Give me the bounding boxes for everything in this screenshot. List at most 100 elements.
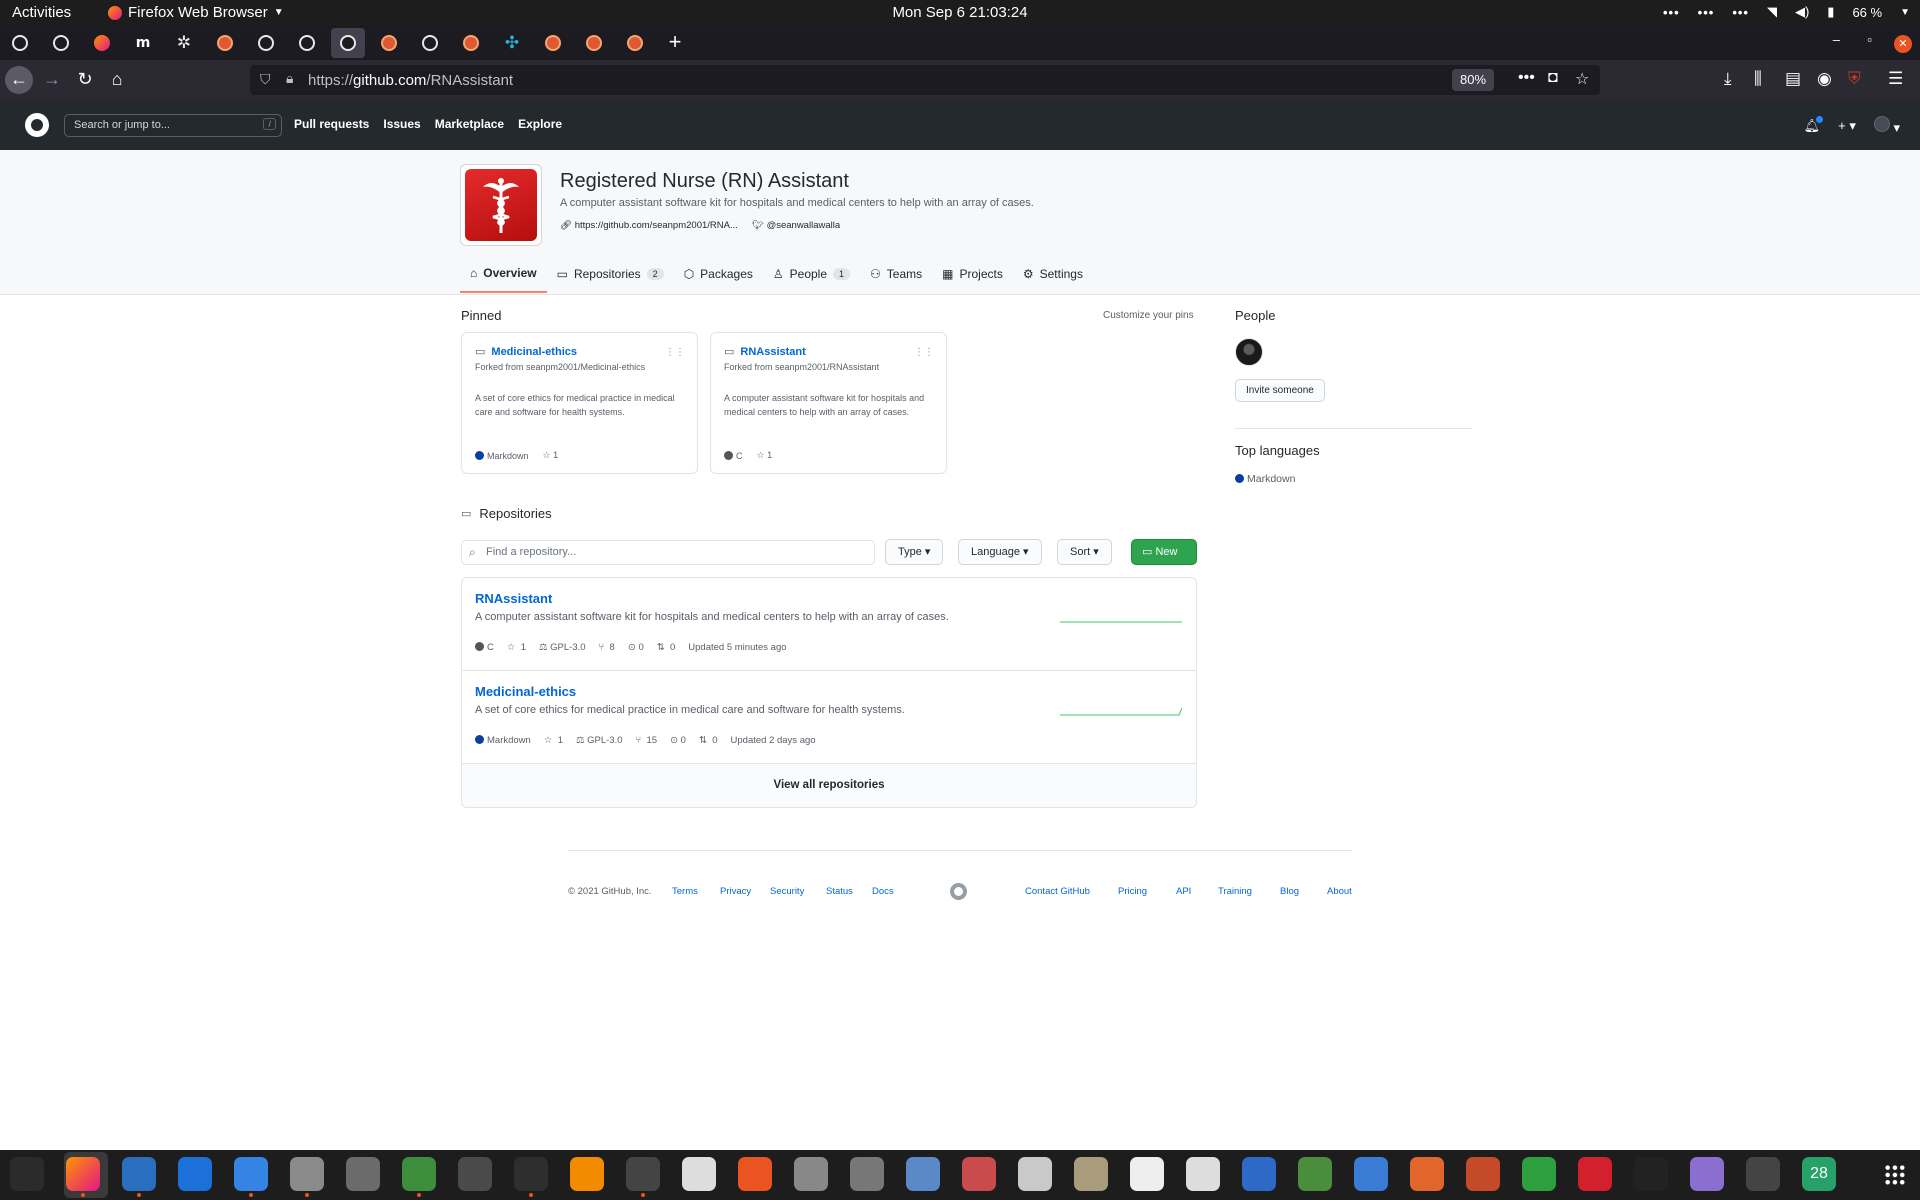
language-item[interactable]: Markdown <box>1235 473 1295 485</box>
back-button[interactable]: ← <box>5 66 33 94</box>
spreadsheet-icon[interactable] <box>1522 1157 1556 1191</box>
nav-marketplace[interactable]: Marketplace <box>435 117 504 131</box>
tab-people[interactable]: ♙ People 1 <box>763 260 860 293</box>
invite-someone-button[interactable]: Invite someone <box>1235 379 1325 402</box>
terminal-icon[interactable] <box>514 1157 548 1197</box>
bookmark-star-icon[interactable]: ☆ <box>1575 69 1589 89</box>
tab-projects[interactable]: ▦ Projects <box>932 260 1013 293</box>
files-icon[interactable] <box>290 1157 324 1197</box>
browser-tab[interactable] <box>536 28 570 58</box>
repo-issues[interactable]: ⊙ 0 <box>628 642 644 653</box>
notifications-bell-icon[interactable]: 🔔︎ <box>1804 116 1823 134</box>
system-monitor-chart-icon[interactable] <box>682 1157 716 1191</box>
new-tab-button[interactable]: + <box>660 28 690 58</box>
nav-explore[interactable]: Explore <box>518 117 562 131</box>
firefox-icon[interactable] <box>66 1157 100 1197</box>
browser-tab[interactable] <box>577 28 611 58</box>
app-store-icon[interactable] <box>738 1157 772 1191</box>
repo-stars[interactable]: ☆ 1 <box>507 642 526 653</box>
close-window-button[interactable]: ✕ <box>1894 35 1912 53</box>
music-icon[interactable] <box>1634 1157 1668 1191</box>
system-tray[interactable]: ••• ••• ••• ◥ ◀) ▮ 66 % ▼ <box>1663 4 1910 20</box>
bird-icon[interactable] <box>1746 1157 1780 1191</box>
browser-tab[interactable] <box>331 28 365 58</box>
repo-link[interactable]: RNAssistant <box>475 591 1183 606</box>
repo-forks[interactable]: ⑂ 8 <box>599 642 615 653</box>
pinned-repo-link[interactable]: RNAssistant <box>740 346 805 358</box>
footer-link-blog[interactable]: Blog <box>1280 886 1299 897</box>
game-icon[interactable] <box>1466 1157 1500 1191</box>
footer-link-security[interactable]: Security <box>770 886 804 897</box>
browser-tab[interactable]: m <box>126 28 160 58</box>
page-actions-icon[interactable]: ••• <box>1518 69 1535 87</box>
power-menu-chevron-icon[interactable]: ▼ <box>1900 7 1910 18</box>
font-viewer-icon[interactable] <box>1018 1157 1052 1191</box>
drag-handle-icon[interactable]: ⋮⋮ <box>665 347 685 358</box>
minimize-button[interactable]: – <box>1833 32 1840 47</box>
browser-tab[interactable]: ✣ <box>495 28 529 58</box>
github-logo-icon[interactable] <box>25 113 49 137</box>
account-icon[interactable]: ◉ <box>1817 69 1832 89</box>
url-bar[interactable]: ⛉ 🔒︎ https://github.com/RNAssistant 80% … <box>250 65 1600 95</box>
zoom-level-button[interactable]: 80% <box>1452 69 1495 91</box>
settings-icon[interactable] <box>346 1157 380 1191</box>
sidebar-icon[interactable]: ▤ <box>1785 69 1801 89</box>
reload-button[interactable]: ↻ <box>71 66 99 94</box>
software-updater-icon[interactable] <box>458 1157 492 1191</box>
repo-pull-requests[interactable]: ⇅ 0 <box>657 642 676 653</box>
type-filter-button[interactable]: Type ▾ <box>885 539 944 565</box>
language-filter-button[interactable]: Language ▾ <box>958 539 1042 565</box>
footer-link-privacy[interactable]: Privacy <box>720 886 751 897</box>
system-monitor-icon[interactable] <box>10 1157 44 1191</box>
alert-icon[interactable] <box>1578 1157 1612 1191</box>
remote-desktop-icon[interactable] <box>1354 1157 1388 1191</box>
fork-source[interactable]: Forked from seanpm2001/RNAssistant <box>724 362 933 372</box>
libreoffice-writer-icon[interactable] <box>122 1157 156 1197</box>
overflow-dots-icon[interactable]: ••• <box>1663 5 1680 20</box>
github-mark-icon[interactable] <box>950 883 967 900</box>
forward-button[interactable]: → <box>38 66 66 94</box>
browser-tab[interactable] <box>85 28 119 58</box>
battery-icon[interactable]: ▮ <box>1827 4 1834 20</box>
view-all-repositories-link[interactable]: View all repositories <box>462 764 1196 807</box>
footer-link-docs[interactable]: Docs <box>872 886 894 897</box>
repo-stars[interactable]: ☆ 1 <box>543 450 559 461</box>
document-viewer-icon[interactable] <box>906 1157 940 1191</box>
calculator-icon[interactable] <box>626 1157 660 1197</box>
browser-tab[interactable] <box>618 28 652 58</box>
help-icon[interactable] <box>178 1157 212 1191</box>
footer-link-training[interactable]: Training <box>1218 886 1252 897</box>
footer-link-about[interactable]: About <box>1327 886 1352 897</box>
org-website-link[interactable]: 🔗︎ https://github.com/seanpm2001/RNA... <box>560 220 738 231</box>
user-menu[interactable]: ▾ <box>1873 116 1900 136</box>
avatar[interactable] <box>1235 338 1263 366</box>
customize-pins-link[interactable]: Customize your pins <box>1103 310 1194 321</box>
browser-tab[interactable]: ✲ <box>167 28 201 58</box>
repo-link[interactable]: Medicinal-ethics <box>475 684 1183 699</box>
activities-button[interactable]: Activities <box>12 4 71 21</box>
nav-pull-requests[interactable]: Pull requests <box>294 117 369 131</box>
footer-link-api[interactable]: API <box>1176 886 1191 897</box>
pocket-icon[interactable]: ◘ <box>1548 69 1558 87</box>
footer-link-pricing[interactable]: Pricing <box>1118 886 1147 897</box>
restore-button[interactable]: ▫ <box>1867 32 1872 47</box>
presentation-icon[interactable] <box>962 1157 996 1191</box>
volume-icon[interactable]: ◀) <box>1795 4 1809 20</box>
home-button[interactable]: ⌂ <box>103 66 131 94</box>
fork-source[interactable]: Forked from seanpm2001/Medicinal-ethics <box>475 362 684 372</box>
hamburger-menu-icon[interactable]: ☰ <box>1888 69 1903 89</box>
character-map-icon[interactable] <box>1130 1157 1164 1191</box>
browser-tab[interactable] <box>454 28 488 58</box>
tab-teams[interactable]: ⚇ Teams <box>860 260 932 293</box>
browser-tab[interactable] <box>44 28 78 58</box>
overflow-dots-icon[interactable]: ••• <box>1732 5 1749 20</box>
repo-stars[interactable]: ☆ 1 <box>757 450 773 461</box>
archive-icon[interactable] <box>1074 1157 1108 1191</box>
show-applications-icon[interactable] <box>1884 1164 1906 1186</box>
wifi-icon[interactable]: ◥ <box>1767 4 1777 20</box>
clock[interactable]: Mon Sep 6 21:03:24 <box>892 4 1027 21</box>
footer-link-status[interactable]: Status <box>826 886 853 897</box>
footer-link-contact[interactable]: Contact GitHub <box>1025 886 1090 897</box>
tab-overview[interactable]: ⌂ Overview <box>460 260 547 293</box>
tab-settings[interactable]: ⚙ Settings <box>1013 260 1093 293</box>
